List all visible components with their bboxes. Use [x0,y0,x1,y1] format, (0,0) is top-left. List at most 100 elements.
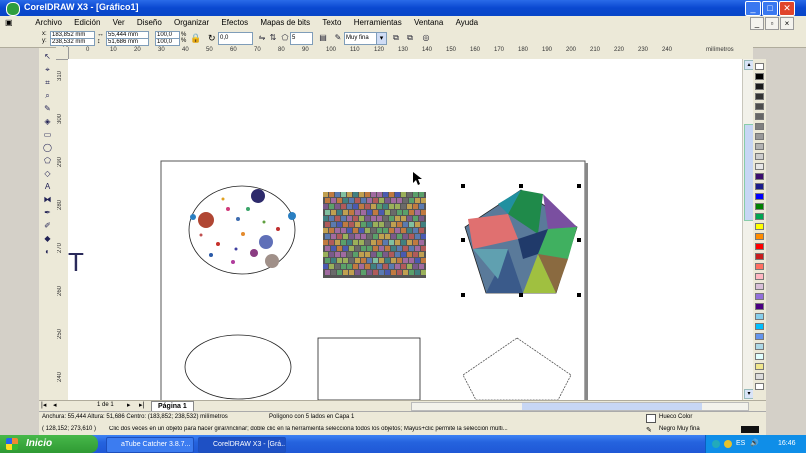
color-swatch[interactable] [755,383,764,390]
color-swatch[interactable] [755,253,764,260]
color-swatch[interactable] [755,213,764,220]
mirror-horizontal-icon[interactable]: ⇋ [257,33,267,43]
outline-tool-icon[interactable]: ✐ [42,221,53,231]
color-swatch[interactable] [755,373,764,380]
fill-swatch[interactable] [646,414,656,423]
minimize-button[interactable]: _ [745,1,761,16]
horizontal-scrollbar[interactable] [411,402,749,411]
convert-to-curves-icon[interactable]: ◎ [421,33,431,43]
menu-ver[interactable]: Ver [108,16,130,30]
rectangle-tool-icon[interactable]: ▭ [42,130,53,140]
menu-organizar[interactable]: Organizar [169,16,214,30]
freehand-tool-icon[interactable]: ✎ [42,104,53,114]
polygon-sides-field[interactable]: 5 [290,32,313,45]
to-back-icon[interactable]: ⧉ [405,33,415,43]
interactive-blend-tool-icon[interactable]: ⧓ [42,195,53,205]
color-swatch[interactable] [755,273,764,280]
doc-minimize-button[interactable]: _ [750,17,764,30]
color-swatch[interactable] [755,313,764,320]
menu-mapas-de-bits[interactable]: Mapas de bits [255,16,315,30]
color-swatch[interactable] [755,83,764,90]
lock-ratio-icon[interactable]: 🔒 [190,33,201,44]
volume-icon[interactable]: 🔊 [750,435,759,453]
menu-efectos[interactable]: Efectos [216,16,253,30]
outline-color-swatch[interactable] [741,426,759,433]
crop-tool-icon[interactable]: ⌗ [42,78,53,88]
first-page-button[interactable]: |◂ [41,401,46,409]
height-field[interactable]: 51,686 mm [106,38,149,46]
tray-language[interactable]: ES [736,435,745,453]
chevron-down-icon[interactable]: ▾ [376,32,387,45]
color-swatch[interactable] [755,143,764,150]
color-swatch[interactable] [755,323,764,330]
color-swatch[interactable] [755,203,764,210]
color-swatch[interactable] [755,103,764,110]
color-swatch[interactable] [755,93,764,100]
color-swatch[interactable] [755,363,764,370]
close-button[interactable]: ✕ [779,1,795,16]
color-swatch[interactable] [755,73,764,80]
color-swatch[interactable] [755,223,764,230]
last-page-button[interactable]: ▸| [139,401,144,409]
drawing-canvas[interactable]: T [68,59,742,422]
smart-fill-tool-icon[interactable]: ◈ [42,117,53,127]
color-swatch[interactable] [755,113,764,120]
basic-shapes-tool-icon[interactable]: ◇ [42,169,53,179]
prev-page-button[interactable]: ◂ [53,401,57,409]
h-scroll-thumb[interactable] [522,403,702,410]
wrap-text-icon[interactable]: ▤ [318,33,328,43]
color-swatch[interactable] [755,123,764,130]
doc-close-button[interactable]: × [780,17,794,30]
color-swatch[interactable] [755,183,764,190]
scale-height-field[interactable]: 100,0 [155,38,180,46]
color-swatch[interactable] [755,243,764,250]
menu-archivo[interactable]: Archivo [30,16,67,30]
pick-tool-icon[interactable]: ↖ [42,52,53,62]
color-swatch[interactable] [755,303,764,310]
text-tool-icon[interactable]: A [42,182,53,192]
eyedropper-tool-icon[interactable]: ✒ [42,208,53,218]
color-swatch[interactable] [755,353,764,360]
color-swatch[interactable] [755,193,764,200]
taskbar-item-coreldraw[interactable]: CorelDRAW X3 - [Grá... [198,437,286,453]
doc-restore-button[interactable]: ▫ [765,17,779,30]
shape-tool-icon[interactable]: ⌖ [42,65,53,75]
color-swatch[interactable] [755,133,764,140]
next-page-button[interactable]: ▸ [127,401,131,409]
color-swatch[interactable] [755,173,764,180]
color-swatch[interactable] [755,163,764,170]
tray-icon[interactable] [724,440,732,448]
mosaic-square[interactable] [323,192,426,278]
interactive-fill-tool-icon[interactable]: ◐ [42,247,53,257]
color-swatch[interactable] [755,233,764,240]
color-swatch[interactable] [755,153,764,160]
maximize-button[interactable]: □ [762,1,778,16]
spotted-ellipse[interactable] [188,185,296,275]
partial-text-object[interactable]: T [68,247,84,278]
y-position-field[interactable]: 238,532 mm [50,38,95,46]
menu-herramientas[interactable]: Herramientas [349,16,407,30]
color-swatch[interactable] [755,283,764,290]
menu-ventana[interactable]: Ventana [409,16,448,30]
mirror-vertical-icon[interactable]: ⇅ [268,33,278,43]
outline-width-select[interactable]: Muy fina [344,32,377,45]
menu-diseno[interactable]: Diseño [132,16,167,30]
menu-texto[interactable]: Texto [317,16,346,30]
zoom-tool-icon[interactable]: ⌕ [42,91,53,101]
fill-tool-icon[interactable]: ◆ [42,234,53,244]
color-swatch[interactable] [755,293,764,300]
color-swatch[interactable] [755,263,764,270]
polygon-tool-icon[interactable]: ⬠ [42,156,53,166]
menu-edicion[interactable]: Edición [69,16,105,30]
tray-icon[interactable] [712,440,720,448]
menu-ayuda[interactable]: Ayuda [451,16,484,30]
coreldraw-app-icon[interactable] [6,2,20,16]
ellipse-tool-icon[interactable]: ◯ [42,143,53,153]
to-front-icon[interactable]: ⧉ [391,33,401,43]
rotation-field[interactable]: 0,0 [218,32,253,45]
taskbar-item-atube[interactable]: aTube Catcher 3.8.7... [106,437,194,453]
color-swatch[interactable] [755,343,764,350]
doc-icon[interactable]: ▣ [0,16,28,30]
color-swatch[interactable] [755,63,764,70]
color-swatch[interactable] [755,333,764,340]
